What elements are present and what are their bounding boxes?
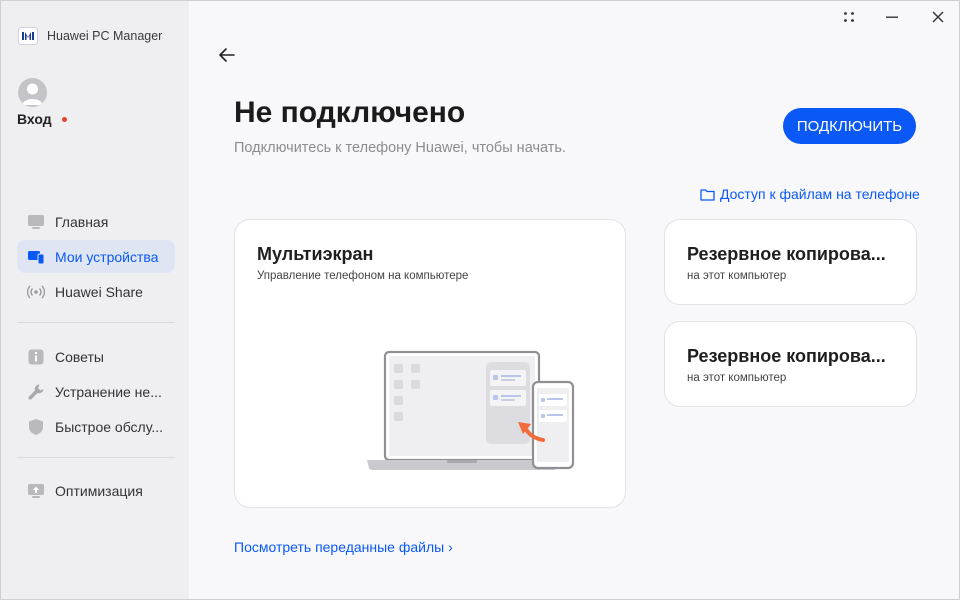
sidebar-item-quick-service[interactable]: Быстрое обслу...: [17, 410, 175, 443]
shield-icon: [27, 418, 45, 436]
app-window: Huawei PC Manager Вход Главная Мои устро…: [0, 0, 960, 600]
login-link[interactable]: Вход: [17, 111, 67, 127]
page-subtitle: Подключитесь к телефону Huawei, чтобы на…: [234, 140, 566, 156]
wrench-icon: [27, 383, 45, 401]
sidebar-item-label: Советы: [55, 348, 104, 365]
brand: Huawei PC Manager: [18, 27, 162, 45]
app-name: Huawei PC Manager: [47, 29, 163, 43]
user-avatar-icon: [22, 83, 43, 105]
sidebar-item-huawei-share[interactable]: Huawei Share: [17, 275, 175, 308]
sidebar-item-label: Huawei Share: [55, 283, 143, 300]
phone-files-link[interactable]: Доступ к файлам на телефоне: [700, 186, 920, 202]
nav-group-support: Советы Устранение не... Быстрое обслу...: [17, 340, 175, 445]
sidebar-divider: [17, 457, 175, 458]
info-icon: [27, 348, 45, 366]
backup-card-1[interactable]: Резервное копирова... на этот компьютер: [664, 219, 917, 305]
minimize-button[interactable]: [882, 7, 902, 27]
login-label: Вход: [17, 111, 52, 127]
nav-group-optimize: Оптимизация: [17, 474, 175, 509]
sidebar-item-label: Быстрое обслу...: [55, 418, 163, 435]
sidebar-item-label: Оптимизация: [55, 482, 143, 499]
page-title: Не подключено: [234, 96, 466, 129]
back-button[interactable]: [217, 45, 237, 65]
phone-files-link-label: Доступ к файлам на телефоне: [720, 186, 920, 202]
sidebar: Huawei PC Manager Вход Главная Мои устро…: [1, 1, 189, 599]
multiscreen-subtitle: Управление телефоном на компьютере: [257, 270, 469, 282]
backup-card-title: Резервное копирова...: [687, 244, 886, 264]
huawei-pc-manager-logo-icon: [18, 27, 38, 45]
sidebar-item-optimization[interactable]: Оптимизация: [17, 474, 175, 507]
connect-button[interactable]: ПОДКЛЮЧИТЬ: [783, 108, 916, 144]
sidebar-item-label: Главная: [55, 213, 109, 230]
view-transferred-files-link[interactable]: Посмотреть переданные файлы ›: [234, 539, 453, 555]
backup-card-subtitle: на этот компьютер: [687, 372, 787, 384]
monitor-icon: [27, 213, 45, 231]
backup-card-2[interactable]: Резервное копирова... на этот компьютер: [664, 321, 917, 407]
optimize-icon: [27, 482, 45, 500]
sidebar-item-label: Устранение не...: [55, 383, 162, 400]
multiscreen-card[interactable]: Мультиэкран Управление телефоном на комп…: [234, 219, 626, 508]
backup-card-title: Резервное копирова...: [687, 346, 886, 366]
laptop-phone-illustration: [367, 350, 575, 470]
view-transferred-files-label: Посмотреть переданные файлы ›: [234, 539, 453, 555]
close-icon: [932, 11, 944, 23]
devices-icon: [27, 248, 45, 266]
sidebar-divider: [17, 322, 175, 323]
arrow-left-icon: [219, 48, 235, 62]
sidebar-item-troubleshoot[interactable]: Устранение не...: [17, 375, 175, 408]
layout-button[interactable]: [839, 7, 859, 27]
avatar[interactable]: [18, 78, 47, 107]
sidebar-item-my-devices[interactable]: Мои устройства: [17, 240, 175, 273]
sidebar-item-label: Мои устройства: [55, 248, 159, 265]
sidebar-item-tips[interactable]: Советы: [17, 340, 175, 373]
grid-dots-icon: [844, 12, 854, 22]
wireless-icon: [27, 283, 45, 301]
backup-card-subtitle: на этот компьютер: [687, 270, 787, 282]
nav-group-main: Главная Мои устройства Huawei Share: [17, 205, 175, 310]
close-button[interactable]: [928, 7, 948, 27]
notification-dot: [61, 117, 67, 122]
sidebar-item-home[interactable]: Главная: [17, 205, 175, 238]
folder-icon: [700, 188, 715, 201]
minimize-icon: [886, 16, 898, 18]
multiscreen-title: Мультиэкран: [257, 244, 374, 264]
